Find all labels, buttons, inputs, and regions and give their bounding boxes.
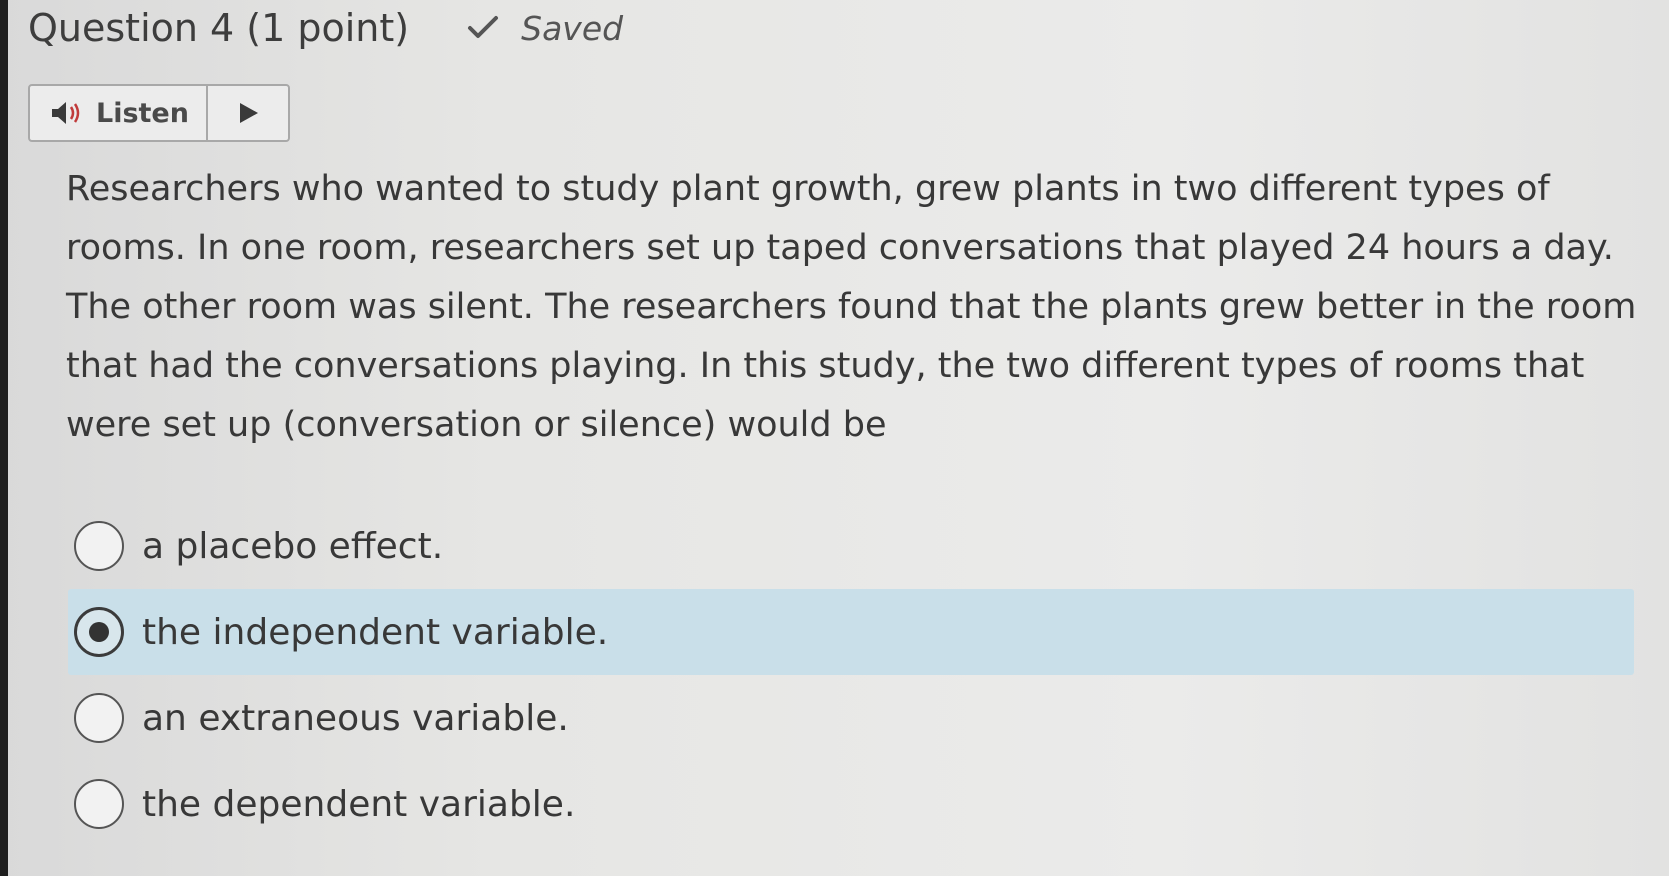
option-dependent-variable[interactable]: the dependent variable. [68,761,1634,847]
play-icon [240,103,258,123]
question-header: Question 4 (1 point) Saved [28,0,623,56]
radio-button[interactable] [74,779,124,829]
option-placebo-effect[interactable]: a placebo effect. [68,503,1634,589]
option-independent-variable[interactable]: the independent variable. [68,589,1634,675]
option-label: a placebo effect. [142,525,444,567]
question-text: Researchers who wanted to study plant gr… [66,169,1637,445]
saved-status: Saved [467,9,623,48]
listen-toolbar: Listen [28,84,290,142]
radio-dot [89,622,109,642]
option-label: the dependent variable. [142,783,576,825]
listen-button[interactable]: Listen [30,86,208,140]
checkmark-icon [468,16,499,38]
radio-button[interactable] [74,693,124,743]
option-extraneous-variable[interactable]: an extraneous variable. [68,675,1634,761]
window-edge [0,0,8,876]
radio-button-selected[interactable] [74,607,124,657]
listen-label: Listen [96,97,189,129]
speaker-icon [52,102,80,124]
radio-button[interactable] [74,521,124,571]
play-button[interactable] [208,86,288,140]
saved-status-label: Saved [521,8,624,48]
option-label: an extraneous variable. [142,697,569,739]
answer-options: a placebo effect. the independent variab… [68,503,1634,847]
question-title: Question 4 (1 point) [28,6,410,50]
option-label: the independent variable. [142,611,609,653]
